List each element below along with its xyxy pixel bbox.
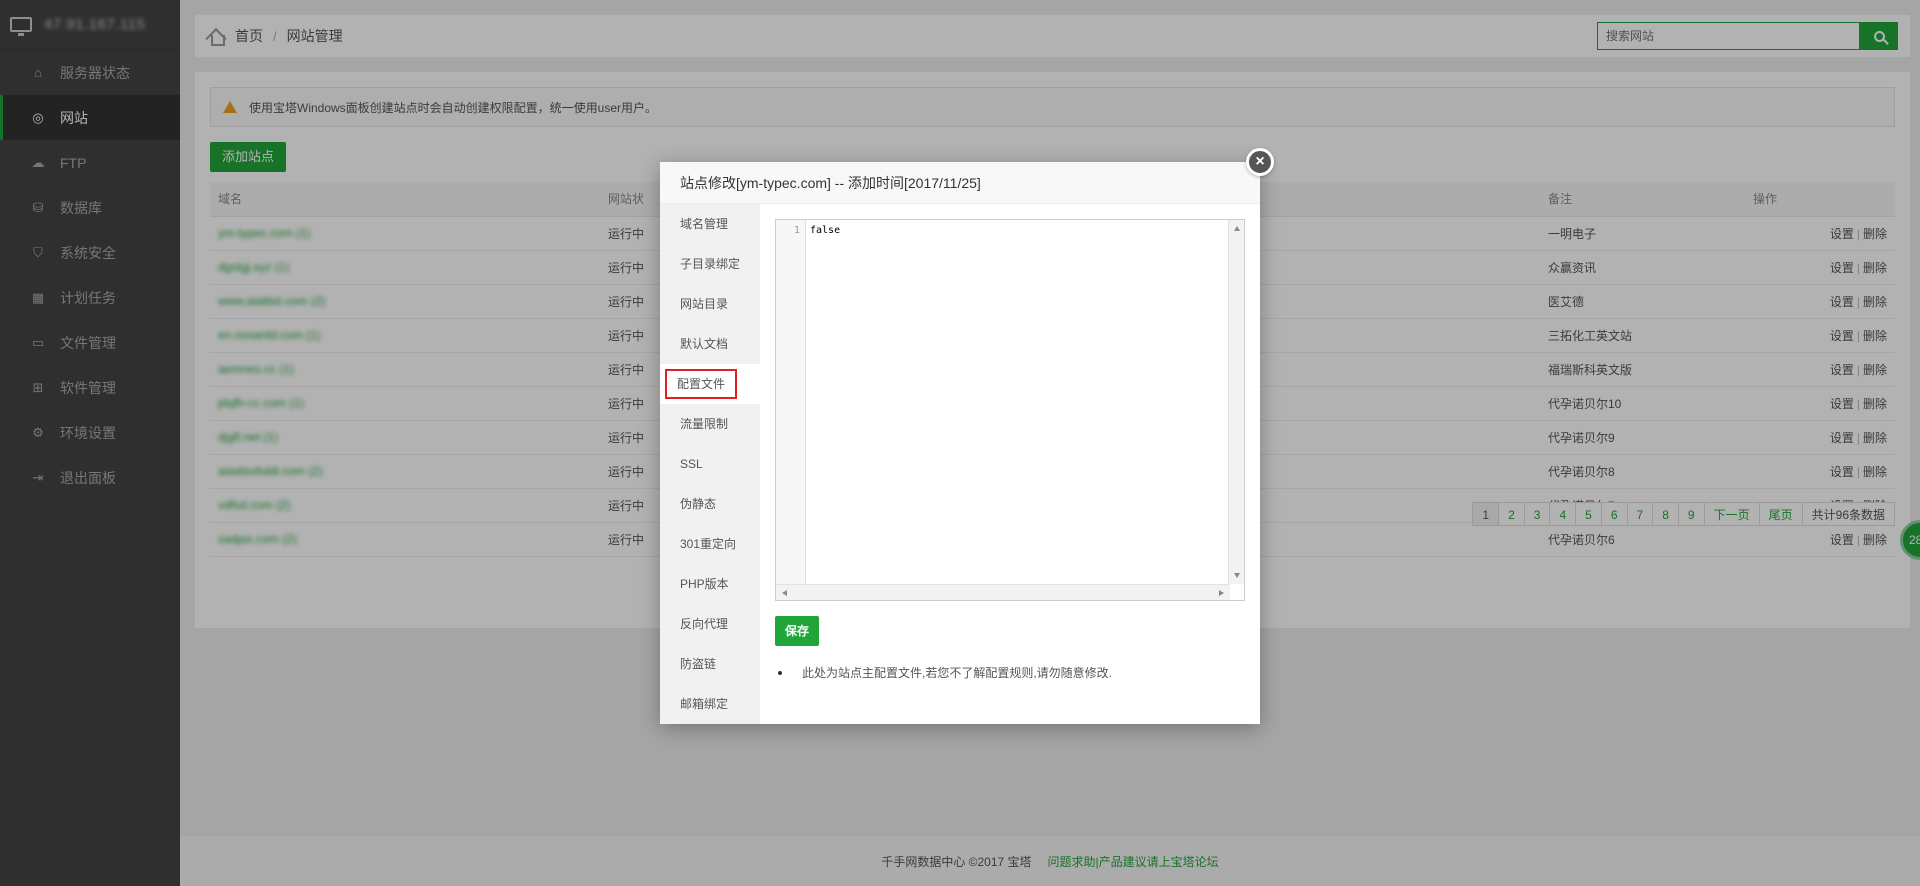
nav-ssl[interactable]: SSL [660,444,760,484]
nav-domain-management[interactable]: 域名管理 [660,204,760,244]
close-icon[interactable]: × [1246,148,1274,176]
nav-config-file[interactable]: 配置文件 [660,364,760,404]
nav-hotlink-protection[interactable]: 防盗链 [660,644,760,684]
scroll-down-icon[interactable] [1234,573,1240,578]
line-number-gutter: 1 [776,220,806,584]
editor-content[interactable]: false [810,225,840,236]
nav-config-file-label: 配置文件 [665,369,738,399]
nav-redirect-301[interactable]: 301重定向 [660,524,760,564]
line-number: 1 [793,225,800,236]
nav-subdirectory-binding[interactable]: 子目录绑定 [660,244,760,284]
scroll-up-icon[interactable] [1234,226,1240,231]
modal-nav: 域名管理 子目录绑定 网站目录 默认文档 配置文件 流量限制 SSL 伪静态 3… [660,204,760,724]
save-button[interactable]: 保存 [775,616,820,646]
config-editor[interactable]: 1 false [775,219,1245,601]
nav-traffic-limit[interactable]: 流量限制 [660,404,760,444]
nav-rewrite[interactable]: 伪静态 [660,484,760,524]
horizontal-scrollbar[interactable] [776,584,1230,600]
config-tip: 此处为站点主配置文件,若您不了解配置规则,请勿随意修改. [775,664,1112,681]
vertical-scrollbar[interactable] [1228,220,1244,584]
nav-reverse-proxy[interactable]: 反向代理 [660,604,760,644]
bullet-icon [778,670,782,675]
nav-site-directory[interactable]: 网站目录 [660,284,760,324]
site-edit-modal: 站点修改[ym-typec.com] -- 添加时间[2017/11/25] ×… [660,148,1274,724]
nav-mail-binding[interactable]: 邮箱绑定 [660,684,760,724]
modal-title: 站点修改[ym-typec.com] -- 添加时间[2017/11/25] [660,162,1260,204]
nav-default-document[interactable]: 默认文档 [660,324,760,364]
nav-php-version[interactable]: PHP版本 [660,564,760,604]
tip-text: 此处为站点主配置文件,若您不了解配置规则,请勿随意修改. [802,666,1113,680]
scroll-left-icon[interactable] [782,590,787,596]
scroll-right-icon[interactable] [1219,590,1224,596]
